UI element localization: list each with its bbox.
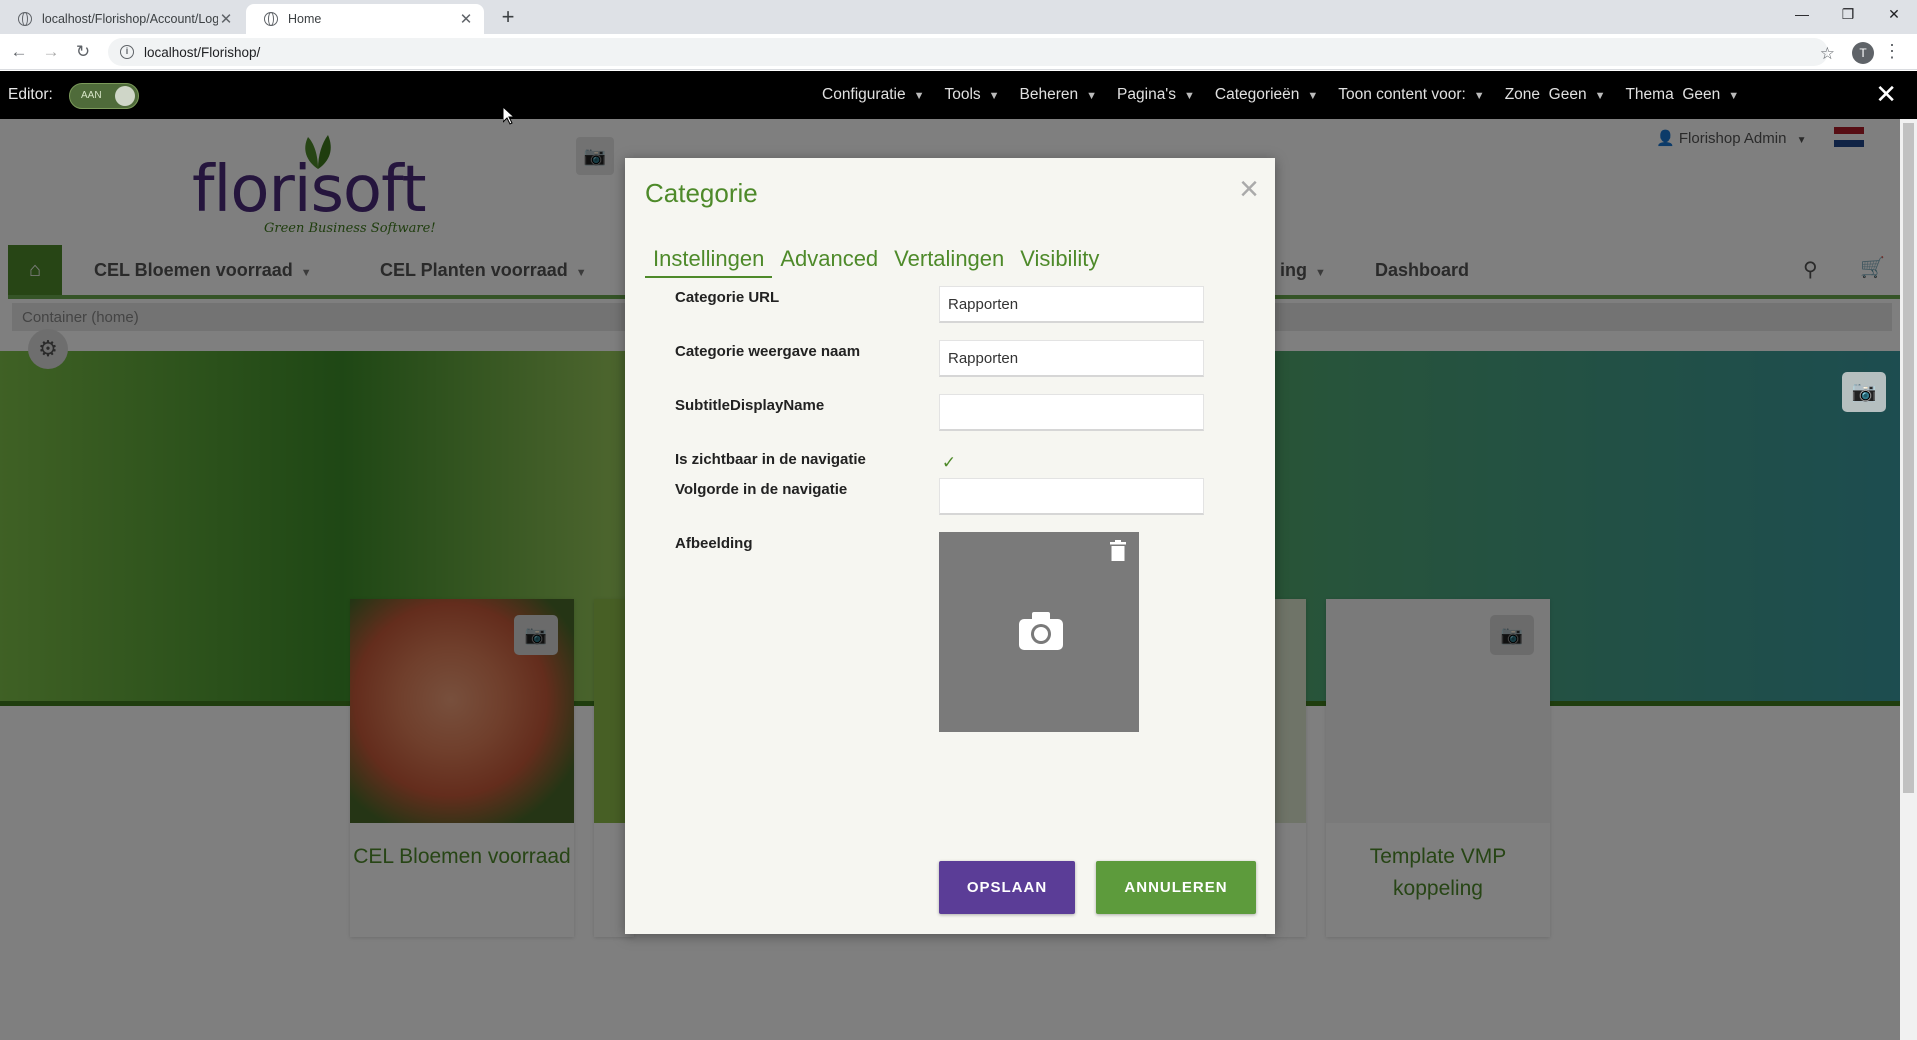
close-tab-icon[interactable]: ✕ [458,10,474,28]
browser-tab-home[interactable]: Home ✕ [246,4,484,34]
save-button[interactable]: OPSLAAN [939,861,1075,914]
bookmark-star-icon[interactable]: ☆ [1820,44,1835,64]
menu-toon-content[interactable]: Toon content voor: ▼ [1338,86,1484,104]
nav-order-label: Volgorde in de navigatie [675,481,848,498]
chevron-down-icon: ▼ [1594,90,1606,102]
page-scrollbar[interactable] [1900,119,1917,1040]
display-name-label: Categorie weergave naam [675,343,861,360]
info-icon[interactable]: i [120,45,134,59]
display-name-input[interactable] [939,340,1204,377]
back-button[interactable]: ← [6,39,32,65]
minimize-button[interactable]: — [1779,0,1825,30]
tab-advanced[interactable]: Advanced [772,246,886,278]
menu-configuratie[interactable]: Configuratie ▼ [822,86,924,104]
subtitle-input[interactable] [939,394,1204,431]
tab-visibility[interactable]: Visibility [1012,246,1107,278]
modal-title: Categorie [645,178,758,208]
camera-icon[interactable] [1019,612,1063,650]
mouse-cursor-icon [503,107,515,125]
close-editor-icon[interactable]: ✕ [1875,79,1897,110]
menu-beheren[interactable]: Beheren ▼ [1020,86,1098,104]
editor-label: Editor: [8,86,53,103]
browser-tab-account[interactable]: localhost/Florishop/Account/Log ✕ [0,4,244,34]
modal-tabs: Instellingen Advanced Vertalingen Visibi… [645,246,1107,278]
profile-avatar[interactable]: T [1852,42,1874,64]
chevron-down-icon: ▼ [1184,90,1195,102]
chevron-down-icon: ▼ [1728,90,1740,102]
editor-toggle[interactable]: AAN [69,83,139,109]
editor-toolbar: Editor: AAN Configuratie ▼ Tools ▼ Beheren… [0,71,1917,119]
globe-icon [264,12,278,26]
new-tab-button[interactable]: + [494,4,522,32]
tab-title: Home [288,12,322,26]
toggle-knob [115,86,135,106]
close-tab-icon[interactable]: ✕ [218,10,234,28]
browser-tab-strip: localhost/Florishop/Account/Log ✕ Home ✕… [0,0,1917,34]
reload-button[interactable]: ↻ [70,39,96,65]
globe-icon [18,12,32,26]
tab-instellingen[interactable]: Instellingen [645,246,773,278]
close-window-button[interactable]: ✕ [1871,0,1917,30]
url-text: localhost/Florishop/ [144,44,261,60]
chevron-down-icon: ▼ [988,90,1000,102]
address-bar-row: ← → ↻ i localhost/Florishop/ [0,34,1917,70]
image-upload-area[interactable] [939,532,1139,732]
camera-icon[interactable]: 📷 [1842,372,1886,412]
restore-button[interactable]: ❐ [1825,0,1871,30]
browser-menu-icon[interactable]: ⋮ [1883,41,1901,62]
toggle-label: AAN [81,90,102,101]
visible-nav-label: Is zichtbaar in de navigatie [675,451,866,468]
url-field[interactable]: i localhost/Florishop/ [108,38,1828,66]
menu-tools[interactable]: Tools ▼ [944,86,999,104]
visible-nav-checkbox[interactable]: ✓ [939,453,959,473]
menu-paginas[interactable]: Pagina's ▼ [1117,86,1195,104]
chevron-down-icon: ▼ [913,90,925,102]
menu-zone[interactable]: Zone Geen ▼ [1505,86,1606,104]
cancel-button[interactable]: ANNULEREN [1096,861,1256,914]
chevron-down-icon: ▼ [1473,90,1485,102]
tab-title: localhost/Florishop/Account/Log [42,12,218,26]
scrollbar-thumb[interactable] [1903,123,1914,793]
menu-categorieen[interactable]: Categorieën ▼ [1215,86,1318,104]
forward-button[interactable]: → [38,39,64,65]
chevron-down-icon: ▼ [1086,90,1098,102]
window-controls: — ❐ ✕ [1779,0,1917,30]
category-url-label: Categorie URL [675,289,780,306]
image-label: Afbeelding [675,535,753,552]
category-url-input[interactable] [939,286,1204,323]
tab-vertalingen[interactable]: Vertalingen [886,246,1012,278]
nav-order-input[interactable] [939,478,1204,515]
close-icon[interactable]: × [1239,170,1259,209]
subtitle-label: SubtitleDisplayName [675,397,825,414]
chevron-down-icon: ▼ [1307,90,1319,102]
editor-menu: Configuratie ▼ Tools ▼ Beheren ▼ Pagina's ▼ … [822,86,1759,104]
trash-icon[interactable] [1109,540,1127,562]
category-modal: Categorie × Instellingen Advanced Vertal… [625,158,1275,934]
menu-thema[interactable]: Thema Geen ▼ [1625,86,1739,104]
